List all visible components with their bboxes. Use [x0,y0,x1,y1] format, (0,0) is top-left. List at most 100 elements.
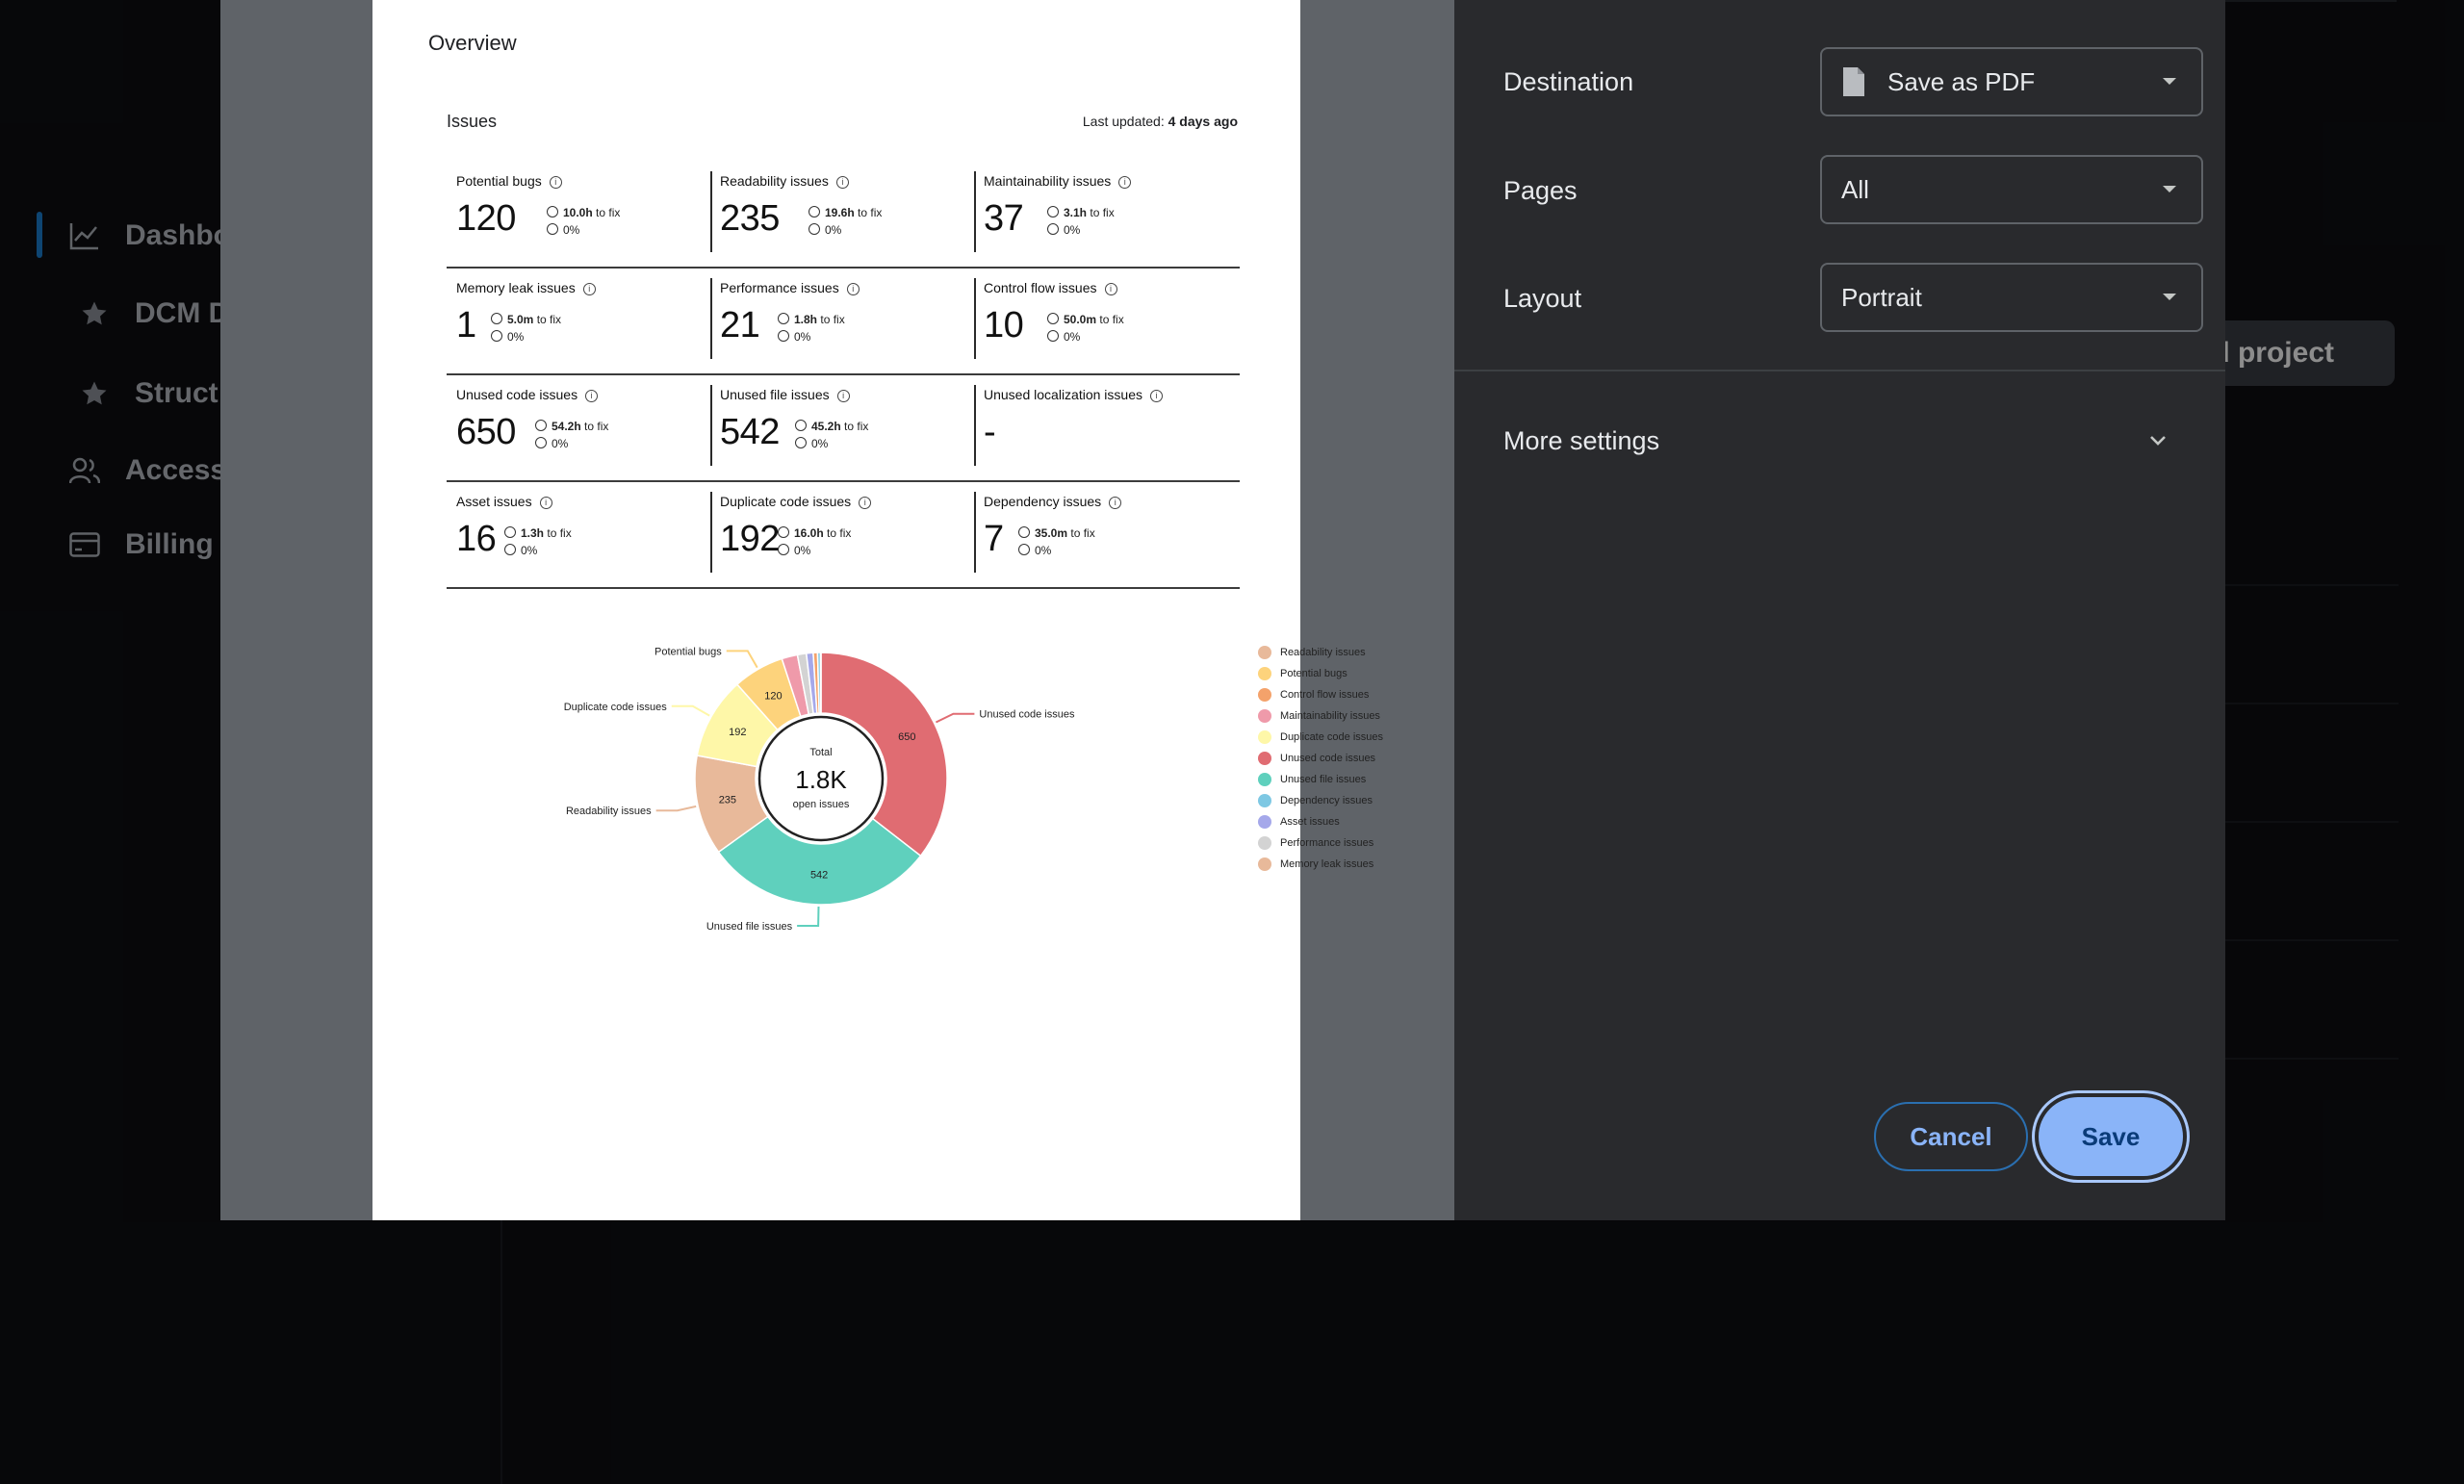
slice-callout-label: Duplicate code issues [564,702,668,713]
slice-callout-line [655,805,697,812]
destination-value: Save as PDF [1887,66,2036,96]
metric-label-text: Performance issues [720,280,839,295]
column-divider [710,171,712,252]
trend-icon [808,223,820,235]
slice-value-label: 235 [719,795,736,806]
chevron-down-icon[interactable] [2148,431,2168,450]
metric-meta: 10.0h to fix 0% [547,204,620,239]
info-icon[interactable]: i [1149,389,1163,402]
metric-card: Unused code issues i 650 54.2h to fix 0% [447,375,710,480]
print-settings-panel: Destination Save as PDF Pages All Layout… [1454,0,2225,1220]
clock-icon [778,526,789,538]
legend-label: Duplicate code issues [1280,731,1384,743]
trend-icon [1047,330,1059,342]
clock-icon [535,420,547,431]
metric-value: 1 [456,305,476,345]
metric-card: Dependency issues i 7 35.0m to fix 0% [974,482,1238,587]
fix-suffix: to fix [820,313,845,326]
metric-value: 37 [984,198,1024,239]
dropdown-caret-icon [2163,294,2176,300]
save-button[interactable]: Save [2039,1097,2183,1176]
metric-meta: 1.8h to fix 0% [778,311,845,345]
trend-value: 0% [507,330,525,344]
issues-donut-chart: Total 1.8K open issues 650 Unused code issue… [564,646,1075,933]
metric-card: Unused file issues i 542 45.2h to fix 0% [710,375,974,480]
page-title: Overview [428,31,517,55]
legend-label: Unused file issues [1280,774,1367,785]
issues-grid: Potential bugs i 120 10.0h to fix 0% Readabil… [447,162,1240,589]
section-title: Issues [447,112,498,131]
metric-value: 21 [720,305,760,345]
trend-value: 0% [794,330,811,344]
metric-value: 235 [720,198,780,239]
clock-icon [504,526,516,538]
more-settings-toggle[interactable]: More settings [1503,426,1659,456]
last-updated-value: 4 days ago [1168,114,1238,129]
trend-value: 0% [811,437,829,450]
slice-value-label: 120 [764,691,782,703]
metric-meta: 5.0m to fix 0% [491,311,561,345]
metric-label: Readability issues i [720,173,849,189]
metric-label: Unused file issues i [720,387,850,402]
trend-value: 0% [552,437,569,450]
pages-select[interactable]: All [1820,155,2203,224]
metric-label: Dependency issues i [984,494,1122,509]
legend-item: Duplicate code issues [1258,729,1383,746]
legend-swatch [1258,857,1271,871]
info-icon[interactable]: i [835,175,849,189]
info-icon[interactable]: i [549,175,562,189]
last-updated-prefix: Last updated: [1082,114,1165,129]
fix-time: 1.8h [794,313,818,326]
metric-card: Performance issues i 21 1.8h to fix 0% [710,269,974,373]
legend-label: Control flow issues [1280,689,1370,701]
info-icon[interactable]: i [846,282,860,295]
metric-label-text: Dependency issues [984,494,1102,509]
column-divider [974,385,976,466]
trend-value: 0% [1035,544,1052,557]
info-icon[interactable]: i [1118,175,1132,189]
destination-select[interactable]: Save as PDF [1820,47,2203,116]
metric-value: 16 [456,519,497,559]
slice-callout-line [935,712,975,724]
fix-suffix: to fix [858,206,883,219]
info-icon[interactable]: i [1104,282,1117,295]
slice-value-label: 650 [898,731,915,743]
fix-time: 35.0m [1035,526,1068,540]
settings-divider [1454,370,2225,371]
metric-meta: 19.6h to fix 0% [808,204,882,239]
column-divider [710,492,712,573]
issues-grid-row: Memory leak issues i 1 5.0m to fix 0% Perform… [447,269,1240,375]
metric-label: Unused code issues i [456,387,599,402]
legend-item: Maintainability issues [1258,707,1380,725]
legend-swatch [1258,709,1271,723]
legend-label: Unused code issues [1280,753,1376,764]
slice-callout-label: Unused file issues [706,921,793,933]
info-icon[interactable]: i [1109,496,1122,509]
donut-center-label: Total [809,747,832,758]
trend-icon [795,437,807,448]
info-icon[interactable]: i [585,389,599,402]
metric-value: 192 [720,519,780,559]
legend-swatch [1258,815,1271,829]
dropdown-caret-icon [2163,78,2176,85]
info-icon[interactable]: i [582,282,596,295]
cancel-button[interactable]: Cancel [1874,1102,2028,1171]
issues-grid-row: Asset issues i 16 1.3h to fix 0% Duplicate co… [447,482,1240,589]
fix-suffix: to fix [536,313,562,326]
fix-time: 3.1h [1064,206,1088,219]
column-divider [710,385,712,466]
legend-label: Performance issues [1280,837,1374,849]
trend-value: 0% [794,544,811,557]
metric-label-text: Unused file issues [720,387,830,402]
metric-label: Potential bugs i [456,173,562,189]
legend-swatch [1258,730,1271,744]
info-icon[interactable]: i [859,496,872,509]
metric-label: Maintainability issues i [984,173,1132,189]
slice-callout-label: Potential bugs [654,646,722,657]
info-icon[interactable]: i [539,496,552,509]
info-icon[interactable]: i [836,389,850,402]
slice-callout-label: Unused code issues [979,709,1075,721]
layout-select[interactable]: Portrait [1820,263,2203,332]
pages-value: All [1841,174,1869,204]
legend-label: Memory leak issues [1280,858,1374,870]
